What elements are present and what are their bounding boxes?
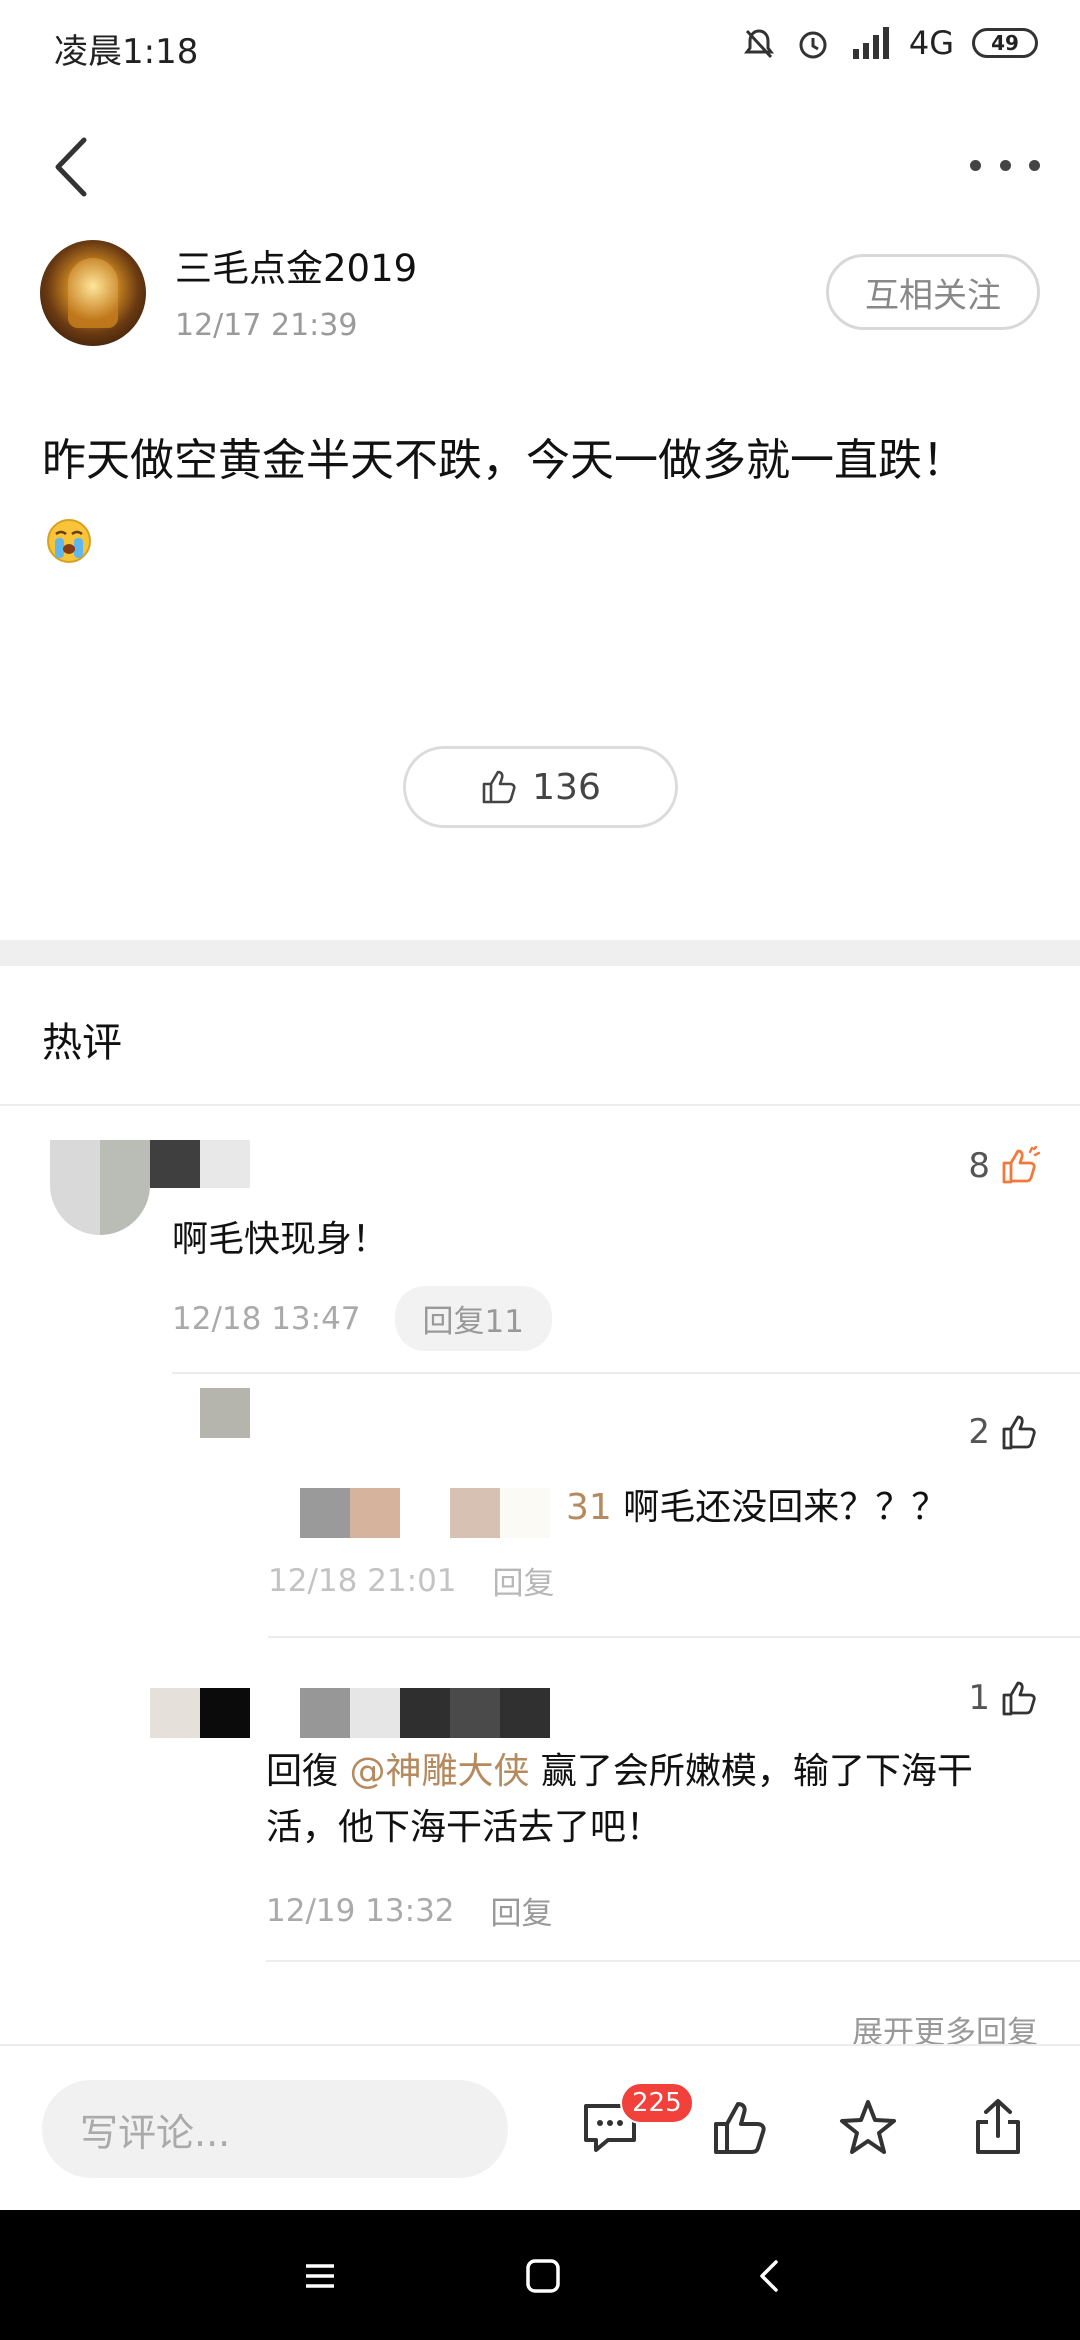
comment-time: 12/19 13:32 [266,1892,455,1929]
comment-body-line1: 赢了会所嫩模，输了下海干 [529,1751,973,1792]
post-like-button[interactable]: 136 [403,746,678,828]
comment-input[interactable]: 写评论... [42,2080,508,2178]
comment-avatar[interactable] [200,1388,250,1438]
comment-avatar[interactable] [50,1140,150,1235]
top-bar [0,120,1080,210]
section-divider [0,940,1080,966]
share-icon[interactable] [966,2096,1030,2160]
hot-comments-title: 热评 [42,1020,122,1066]
comment-mention-blur [300,1488,400,1538]
comment-count-badge: 225 [620,2082,694,2124]
comment-like-count: 8 [968,1146,990,1186]
reply-prefix: 回復 [266,1751,339,1792]
comment-separator [268,1636,1080,1638]
section-line [0,1104,1080,1106]
comment-meta: 12/18 13:47 回复11 [172,1286,552,1351]
comment-like-count: 2 [968,1412,990,1452]
thumbs-up-icon [1002,1415,1036,1450]
back-icon[interactable] [44,132,104,202]
reply-button[interactable]: 回复 [491,1888,553,1933]
comment-mention-blur [450,1488,550,1538]
comment-avatar[interactable] [150,1688,250,1738]
comment-body: 啊毛还没回来？？？ [611,1487,948,1528]
comment-like-button[interactable]: 2 [968,1412,1040,1452]
comment-separator [266,1960,1080,1962]
network-label: 4G [908,24,954,62]
like-icon[interactable] [708,2096,772,2160]
author-name[interactable]: 三毛点金2019 [175,238,417,292]
status-icons: 4G 49 [741,24,1038,62]
comment-meta: 12/18 21:01 回复 [268,1558,555,1603]
system-nav-bar [0,2210,1080,2340]
post-text: 昨天做空黄金半天不跌，今天一做多就一直跌！ [42,435,966,486]
comment-like-button[interactable]: 1 [968,1678,1040,1718]
status-time: 凌晨1:18 [54,32,199,72]
comment-text: 回復 @神雕大侠 赢了会所嫩模，输了下海干 活，他下海干活去了吧！ [266,1744,1046,1856]
comment-like-count: 1 [968,1678,990,1718]
reply-button[interactable]: 回复 [493,1558,555,1603]
comment-like-button[interactable]: 8 [968,1146,1040,1186]
comment-text: 31 啊毛还没回来？？？ [566,1480,947,1536]
comment-mention-suffix[interactable]: 31 [566,1487,612,1528]
thumbs-up-icon [1002,1681,1036,1716]
comment-username-blur [150,1140,250,1188]
comment-meta: 12/19 13:32 回复 [266,1888,553,1933]
comment-separator [172,1372,1080,1374]
alarm-icon [799,31,827,59]
bottom-action-bar: 写评论... 225 [0,2044,1080,2210]
system-back-icon[interactable] [742,2248,798,2304]
post-author: 三毛点金2019 12/17 21:39 互相关注 [40,238,1040,358]
menu-icon[interactable] [292,2248,348,2304]
reply-count-button[interactable]: 回复11 [394,1286,552,1351]
author-avatar[interactable] [40,240,146,346]
status-bar: 凌晨1:18 4G 49 [0,0,1080,96]
comment-time: 12/18 21:01 [268,1562,457,1599]
liked-thumbs-up-icon [1002,1146,1040,1184]
mute-bell-icon [743,29,774,59]
battery-icon: 49 [972,28,1038,58]
comment-body-line2: 活，他下海干活去了吧！ [266,1807,663,1848]
more-options-icon[interactable] [970,150,1040,180]
post-time: 12/17 21:39 [175,308,358,343]
comment-time: 12/18 13:47 [172,1300,361,1337]
comment-mention[interactable]: @神雕大侠 [349,1751,529,1792]
post-like-count: 136 [532,766,601,808]
home-icon[interactable] [515,2248,571,2304]
crying-face-icon [47,519,91,563]
favorite-star-icon[interactable] [836,2096,900,2160]
follow-button[interactable]: 互相关注 [826,254,1040,330]
comment-username-blur [300,1688,550,1738]
thumbs-up-icon [482,770,516,804]
signal-icon [852,27,889,59]
comment-text: 啊毛快现身！ [172,1219,389,1260]
